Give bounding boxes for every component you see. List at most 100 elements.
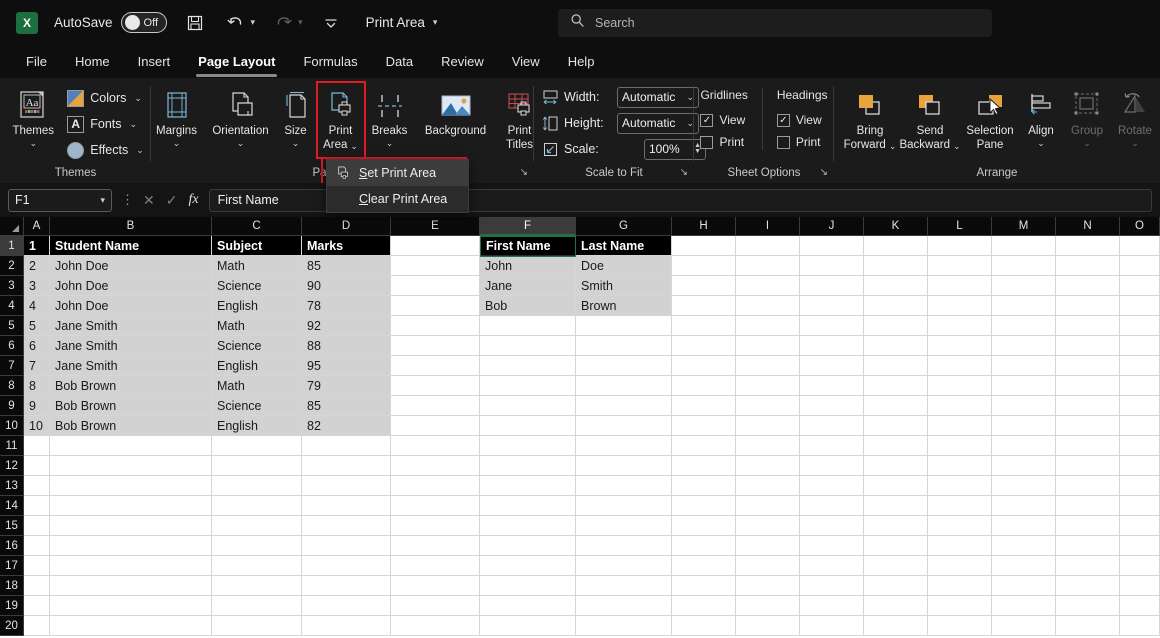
- grid-cell-empty[interactable]: [1120, 356, 1160, 376]
- enter-icon[interactable]: ✓: [166, 192, 178, 209]
- grid-cell-empty[interactable]: [480, 316, 576, 336]
- row-header-6[interactable]: 6: [0, 336, 24, 356]
- grid-cell-empty[interactable]: [1056, 276, 1120, 296]
- row-header-18[interactable]: 18: [0, 576, 24, 596]
- column-header-n[interactable]: N: [1056, 217, 1120, 236]
- grid-cell-empty[interactable]: [1056, 416, 1120, 436]
- grid-cell-empty[interactable]: [928, 436, 992, 456]
- grid-cell-empty[interactable]: [480, 576, 576, 596]
- grid-cell-empty[interactable]: [672, 616, 736, 636]
- grid-cell-empty[interactable]: [576, 616, 672, 636]
- row-header-1[interactable]: 1: [0, 236, 24, 256]
- grid-cell-empty[interactable]: [672, 456, 736, 476]
- grid-cell-empty[interactable]: [928, 576, 992, 596]
- grid-cell-empty[interactable]: [864, 316, 928, 336]
- grid-cell-empty[interactable]: [864, 536, 928, 556]
- grid-cell-empty[interactable]: [736, 236, 800, 256]
- grid-cell-empty[interactable]: [864, 296, 928, 316]
- grid-cell-empty[interactable]: [800, 376, 864, 396]
- grid-cell-empty[interactable]: [864, 336, 928, 356]
- grid-cell-empty[interactable]: [1120, 276, 1160, 296]
- table-right-data-cell[interactable]: Doe: [576, 256, 672, 276]
- grid-cell-empty[interactable]: [391, 396, 480, 416]
- grid-cell-empty[interactable]: [576, 496, 672, 516]
- grid-cell-empty[interactable]: [800, 576, 864, 596]
- tab-insert[interactable]: Insert: [126, 49, 183, 75]
- table-left-data-cell[interactable]: 85: [302, 256, 391, 276]
- grid-cell-empty[interactable]: [1056, 576, 1120, 596]
- grid-cell-empty[interactable]: [672, 376, 736, 396]
- theme-effects-button[interactable]: Effects ⌄: [63, 137, 148, 163]
- grid-cell-empty[interactable]: [391, 456, 480, 476]
- grid-cell-empty[interactable]: [736, 616, 800, 636]
- table-left-data-cell[interactable]: 82: [302, 416, 391, 436]
- grid-cell-empty[interactable]: [672, 356, 736, 376]
- grid-cell-empty[interactable]: [391, 536, 480, 556]
- grid-cell-empty[interactable]: [24, 456, 50, 476]
- table-left-data-cell[interactable]: Bob Brown: [50, 396, 212, 416]
- table-left-data-cell[interactable]: Science: [212, 396, 302, 416]
- grid-cell-empty[interactable]: [992, 596, 1056, 616]
- grid-cell-empty[interactable]: [928, 236, 992, 256]
- grid-cell-empty[interactable]: [928, 276, 992, 296]
- table-left-data-cell[interactable]: Math: [212, 256, 302, 276]
- grid-cell-empty[interactable]: [391, 376, 480, 396]
- themes-button[interactable]: Aa Themes ⌄: [3, 82, 63, 148]
- table-left-data-cell[interactable]: 2: [24, 256, 50, 276]
- grid-cell-empty[interactable]: [480, 356, 576, 376]
- gridlines-view-checkbox[interactable]: ✓: [700, 113, 714, 127]
- grid-cell-empty[interactable]: [864, 556, 928, 576]
- grid-cell-empty[interactable]: [391, 256, 480, 276]
- grid-cell-empty[interactable]: [24, 496, 50, 516]
- table-left-data-cell[interactable]: John Doe: [50, 256, 212, 276]
- grid-cell-empty[interactable]: [736, 276, 800, 296]
- print-area-button[interactable]: Print Area ⌄: [318, 82, 364, 152]
- column-header-l[interactable]: L: [928, 217, 992, 236]
- grid-cell-empty[interactable]: [864, 396, 928, 416]
- grid-cell-empty[interactable]: [212, 456, 302, 476]
- headings-view-checkbox-row[interactable]: ✓ View: [776, 109, 822, 131]
- grid-cell-empty[interactable]: [1056, 496, 1120, 516]
- grid-cell-empty[interactable]: [672, 476, 736, 496]
- grid-cell-empty[interactable]: [736, 356, 800, 376]
- grid-cell-empty[interactable]: [864, 436, 928, 456]
- grid-cell-empty[interactable]: [302, 576, 391, 596]
- table-left-data-cell[interactable]: English: [212, 296, 302, 316]
- headings-print-checkbox-row[interactable]: Print: [776, 131, 821, 153]
- grid-cell-empty[interactable]: [1120, 556, 1160, 576]
- grid-cell-empty[interactable]: [480, 616, 576, 636]
- grid-cell-empty[interactable]: [1120, 436, 1160, 456]
- column-header-i[interactable]: I: [736, 217, 800, 236]
- grid-cell-empty[interactable]: [1056, 396, 1120, 416]
- tab-formulas[interactable]: Formulas: [291, 49, 369, 75]
- grid-cell-empty[interactable]: [736, 376, 800, 396]
- grid-cell-empty[interactable]: [302, 596, 391, 616]
- grid-cell-empty[interactable]: [736, 576, 800, 596]
- table-left-data-cell[interactable]: 79: [302, 376, 391, 396]
- grid-cell-empty[interactable]: [992, 256, 1056, 276]
- grid-cell-empty[interactable]: [1056, 556, 1120, 576]
- grid-cell-empty[interactable]: [928, 536, 992, 556]
- grid-cell-empty[interactable]: [992, 276, 1056, 296]
- column-header-b[interactable]: B: [50, 217, 212, 236]
- grid-cell-empty[interactable]: [928, 356, 992, 376]
- bring-forward-chevron-down-icon[interactable]: ⌄: [889, 141, 897, 151]
- grid-cell-empty[interactable]: [576, 596, 672, 616]
- grid-cell-empty[interactable]: [480, 416, 576, 436]
- row-header-10[interactable]: 10: [0, 416, 24, 436]
- grid-cell-empty[interactable]: [391, 616, 480, 636]
- grid-cell-empty[interactable]: [1056, 436, 1120, 456]
- grid-cell-empty[interactable]: [672, 596, 736, 616]
- grid-cell-empty[interactable]: [864, 496, 928, 516]
- grid-cell-empty[interactable]: [928, 556, 992, 576]
- select-all-corner[interactable]: [0, 217, 24, 236]
- row-header-4[interactable]: 4: [0, 296, 24, 316]
- grid-cell-empty[interactable]: [928, 376, 992, 396]
- column-header-f[interactable]: F: [480, 217, 576, 236]
- grid-cell-empty[interactable]: [672, 336, 736, 356]
- grid-cell-empty[interactable]: [800, 436, 864, 456]
- grid-cell-empty[interactable]: [736, 296, 800, 316]
- grid-cell-empty[interactable]: [391, 316, 480, 336]
- grid-cell-empty[interactable]: [736, 496, 800, 516]
- tab-view[interactable]: View: [500, 49, 552, 75]
